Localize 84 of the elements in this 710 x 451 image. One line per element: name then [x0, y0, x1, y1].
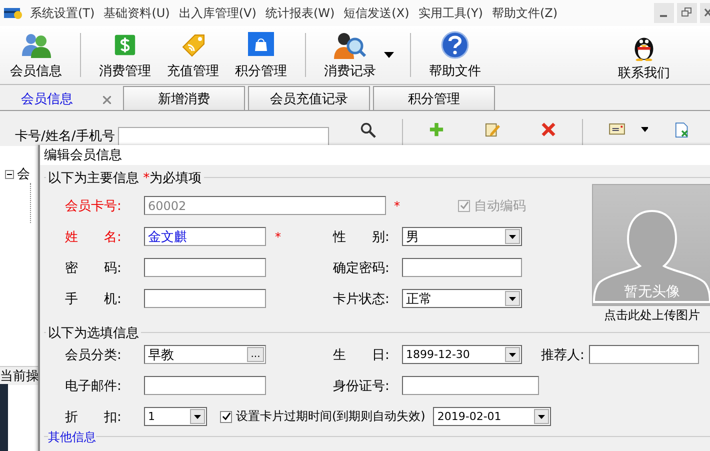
restore-icon[interactable] — [677, 3, 697, 23]
menu-item[interactable]: 统计报表(W) — [263, 4, 342, 22]
toolbar-button[interactable]: 消费记录 — [316, 28, 384, 84]
tab[interactable]: 会员充值记录 — [248, 86, 370, 110]
search-icon — [360, 122, 376, 138]
person-magnifier-icon — [334, 31, 366, 59]
input-field[interactable] — [144, 376, 266, 395]
caret-icon[interactable] — [509, 352, 516, 356]
dropdown[interactable]: 1 — [144, 407, 207, 426]
field-label: 卡片状态: — [333, 290, 390, 308]
input-field[interactable] — [144, 289, 266, 308]
notepad-pencil-icon — [485, 122, 500, 137]
placeholder-text: 暂无头像 — [624, 283, 680, 301]
menu-item[interactable]: 基础资料(U) — [102, 4, 177, 22]
dialog-title: 编辑会员信息 — [44, 147, 122, 164]
menu-item[interactable]: 系统设置(T) — [28, 4, 102, 22]
required-mark: * — [394, 198, 401, 212]
input-field[interactable]: 早教 ... — [144, 345, 266, 364]
document-icon — [675, 122, 690, 138]
toolbar-button[interactable]: 积分管理 — [227, 28, 295, 84]
menu-item[interactable]: 实用工具(Y) — [416, 4, 490, 22]
field-label: 身份证号: — [333, 378, 390, 394]
caret-icon[interactable] — [640, 127, 648, 132]
checkbox-label: 设置卡片过期时间(到期则自动失效) — [236, 408, 426, 425]
field-label: 性 别: — [333, 228, 390, 246]
input-field[interactable] — [402, 258, 522, 277]
caret-icon[interactable] — [509, 296, 516, 300]
input-field[interactable]: 金文麒 — [144, 227, 266, 246]
input-field[interactable] — [402, 376, 539, 395]
tree-item[interactable]: 会 — [17, 165, 30, 183]
upload-link[interactable]: 点击此处上传图片 — [604, 307, 700, 324]
date-dropdown[interactable]: 2019-02-01 — [433, 407, 552, 426]
dropdown[interactable]: 男 — [402, 227, 522, 246]
checkbox[interactable] — [220, 410, 232, 422]
field-label: 手 机: — [65, 290, 122, 308]
caret-icon[interactable] — [538, 414, 546, 418]
date-dropdown[interactable]: 1899-12-30 — [402, 345, 522, 364]
group-title: 以下为选填信息 — [48, 326, 139, 341]
section-title[interactable]: 其他信息 — [48, 430, 96, 444]
close-icon[interactable] — [103, 96, 111, 104]
shopping-bag-icon — [247, 31, 275, 59]
tab[interactable]: 新增消费 — [123, 86, 245, 110]
field-label: 折 扣: — [65, 408, 122, 426]
dropdown[interactable]: 正常 — [402, 289, 522, 308]
menu-item[interactable]: 帮助文件(Z) — [490, 4, 565, 22]
collapse-icon[interactable] — [5, 170, 14, 178]
toolbar-button[interactable]: 消费管理 — [91, 28, 159, 84]
toolbar-button[interactable]: 帮助文件 — [421, 28, 489, 84]
tab[interactable]: 积分管理 — [373, 86, 495, 110]
field-label: 会员卡号: — [65, 198, 122, 214]
browse-button[interactable]: ... — [247, 347, 264, 362]
required-mark: * — [275, 230, 282, 244]
panel-title: 当前操 — [0, 369, 39, 384]
plus-icon — [429, 122, 444, 137]
checkbox-label: 自动编码 — [474, 198, 526, 214]
search-field[interactable] — [118, 127, 329, 146]
dollar-icon — [114, 34, 136, 56]
minimize-icon[interactable] — [654, 3, 674, 23]
field-label: 电子邮件: — [65, 378, 122, 394]
input-field[interactable] — [589, 345, 699, 364]
input-field[interactable] — [144, 258, 266, 277]
toolbar-button[interactable]: 充值管理 — [159, 28, 227, 84]
people-icon — [21, 32, 51, 58]
caret-icon[interactable] — [509, 234, 516, 238]
field-label: 姓 名: — [65, 228, 122, 246]
card-icon — [608, 123, 626, 136]
cross-icon — [540, 122, 556, 137]
caret-icon[interactable] — [194, 414, 201, 418]
group-title: 以下为主要信息 *为必填项 — [48, 171, 202, 186]
field-label: 生 日: — [333, 346, 390, 364]
toolbar-button[interactable]: 联系我们 — [612, 28, 676, 84]
field-label: 推荐人: — [541, 346, 586, 364]
search-label: 卡号/姓名/手机号 — [15, 128, 116, 145]
field-label: 会员分类: — [65, 346, 122, 364]
field-label: 密 码: — [65, 260, 122, 276]
help-icon — [441, 31, 469, 59]
toolbar-button[interactable]: 会员信息 — [2, 28, 70, 84]
field-label: 确定密码: — [333, 260, 390, 276]
dark-panel — [0, 384, 8, 451]
menu-item[interactable]: 出入库管理(V) — [176, 4, 264, 22]
caret-icon[interactable] — [384, 52, 394, 58]
close-icon[interactable] — [700, 3, 710, 23]
menu-item[interactable]: 短信发送(X) — [342, 4, 416, 22]
app-icon — [4, 6, 22, 20]
